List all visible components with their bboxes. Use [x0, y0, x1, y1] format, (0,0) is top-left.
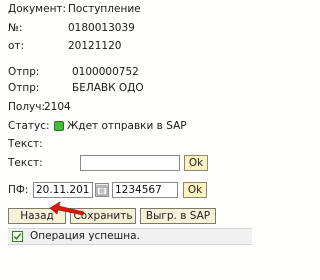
pf-label: ПФ:: [8, 184, 29, 196]
success-message-bar: Операция успешна.: [8, 228, 252, 245]
number-label: №:: [8, 22, 23, 34]
number-value: 0180013039: [68, 22, 135, 34]
text-label-1: Текст:: [8, 138, 43, 150]
document-label: Документ:: [8, 3, 67, 15]
status-label: Статус:: [8, 120, 50, 132]
checkmark-icon: [12, 231, 23, 242]
upload-sap-button[interactable]: Выгр. в SAP: [140, 208, 216, 224]
pf-date-input[interactable]: [33, 182, 93, 198]
date-label: от:: [8, 40, 25, 52]
receiver-value: 2104: [44, 101, 71, 113]
date-value: 20121120: [68, 40, 122, 52]
text-ok-button[interactable]: Ok: [184, 155, 208, 171]
status-indicator-icon: [54, 121, 64, 131]
status-text: Ждет отправки в SAP: [67, 120, 187, 132]
success-message-text: Операция успешна.: [30, 230, 140, 242]
sender-name: БЕЛАВК ОДО: [72, 82, 144, 94]
sender-code: 0100000752: [72, 66, 139, 78]
calendar-icon[interactable]: [95, 183, 109, 197]
pf-code-input[interactable]: [112, 182, 178, 198]
pointer-arrow-icon: [49, 201, 85, 216]
text-input[interactable]: [80, 155, 180, 171]
pf-ok-button[interactable]: Ok: [183, 182, 207, 198]
receiver-label: Получ:: [8, 101, 45, 113]
document-value: Поступление: [68, 3, 141, 15]
text-label-2: Текст:: [8, 157, 43, 169]
sender-label: Отпр:: [8, 66, 40, 78]
sender-label-2: Отпр:: [8, 82, 40, 94]
